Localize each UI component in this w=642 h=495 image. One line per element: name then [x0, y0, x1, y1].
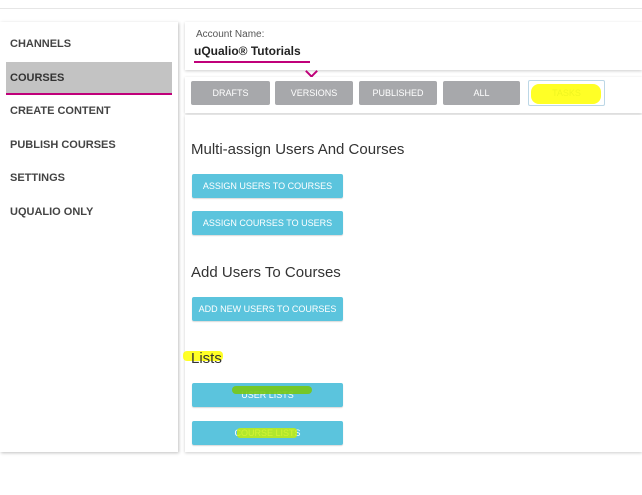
sidebar-item-channels[interactable]: CHANNELS — [6, 28, 172, 61]
account-select-value: uQualio® Tutorials — [194, 44, 301, 58]
top-divider — [0, 8, 642, 9]
add-new-users-to-courses-button[interactable]: ADD NEW USERS TO COURSES — [192, 297, 343, 321]
sidebar-item-publish-courses[interactable]: PUBLISH COURSES — [6, 129, 172, 162]
tab-published[interactable]: PUBLISHED — [359, 81, 437, 105]
account-panel: Account Name: uQualio® Tutorials — [185, 22, 642, 78]
tab-all[interactable]: ALL — [443, 81, 520, 105]
lists-heading: Lists — [191, 350, 222, 367]
sidebar: CHANNELS COURSES CREATE CONTENT PUBLISH … — [0, 22, 178, 452]
tabs-bar: DRAFTS VERSIONS PUBLISHED ALL TASKS — [185, 77, 642, 113]
user-lists-button[interactable]: USER LISTS — [192, 383, 343, 407]
chevron-down-icon[interactable] — [305, 65, 318, 78]
tab-versions[interactable]: VERSIONS — [275, 81, 353, 105]
tab-drafts[interactable]: DRAFTS — [191, 81, 270, 105]
account-name-label: Account Name: — [196, 29, 265, 40]
account-select[interactable]: uQualio® Tutorials — [194, 42, 318, 78]
assign-courses-to-users-button[interactable]: ASSIGN COURSES TO USERS — [192, 211, 343, 235]
sidebar-item-create-content[interactable]: CREATE CONTENT — [6, 95, 172, 128]
multi-assign-heading: Multi-assign Users And Courses — [191, 141, 405, 158]
sidebar-item-settings[interactable]: SETTINGS — [6, 162, 172, 195]
tab-tasks[interactable]: TASKS — [528, 80, 605, 106]
add-users-heading: Add Users To Courses — [191, 264, 341, 281]
sidebar-item-uqualio-only[interactable]: UQUALIO ONLY — [6, 196, 172, 229]
assign-users-to-courses-button[interactable]: ASSIGN USERS TO COURSES — [192, 174, 343, 198]
course-lists-button[interactable]: COURSE LISTS — [192, 421, 343, 445]
sidebar-item-courses[interactable]: COURSES — [6, 62, 172, 95]
